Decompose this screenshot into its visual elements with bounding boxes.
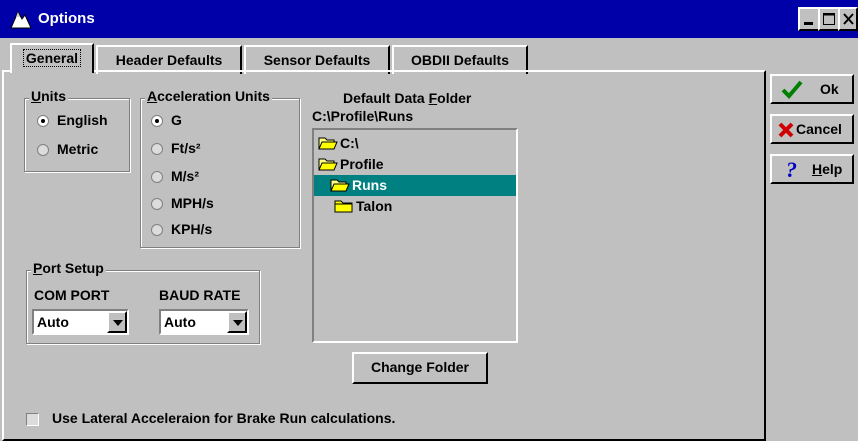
maximize-icon [823,13,835,25]
com-port-label: COM PORT [34,287,110,303]
checkmark-icon [781,80,803,99]
minimize-button[interactable] [798,7,820,31]
tab-obdii-defaults-label: OBDII Defaults [410,52,509,68]
baud-rate-value: Auto [164,314,196,330]
chevron-down-icon[interactable] [107,311,127,333]
open-folder-icon [318,158,338,171]
change-folder-label: Change Folder [370,359,469,375]
folder-path: C:\Profile\Runs [312,108,414,124]
default-data-folder-title: Default Data Folder [343,90,472,106]
units-english-label: English [57,112,108,128]
open-folder-icon [330,179,350,192]
tree-item-label: C:\ [340,135,359,151]
folder-tree[interactable]: C:\ Profile Runs Talon [312,128,518,343]
chevron-down-icon[interactable] [227,311,247,333]
ok-button[interactable]: Ok [770,74,854,104]
red-x-icon [778,122,794,138]
accel-fts2-label: Ft/s² [171,140,201,156]
folder-icon [334,200,353,213]
help-label: Help [812,161,843,177]
title-bar: Options [0,0,858,38]
units-legend: Units [29,88,69,104]
tab-header-defaults-label: Header Defaults [115,52,223,68]
close-button[interactable] [838,7,858,31]
question-mark-icon: ? [786,159,797,181]
tree-item-c-drive[interactable]: C:\ [318,133,438,154]
radio-unchecked-icon [151,224,163,236]
com-port-select[interactable]: Auto [32,309,129,335]
lateral-acceleration-label: Use Lateral Acceleraion for Brake Run ca… [52,410,396,426]
accel-mphs-label: MPH/s [171,195,214,211]
accel-g-label: G [171,112,182,128]
accel-ms2-label: M/s² [171,168,199,184]
svg-text:?: ? [786,159,797,181]
tree-item-label: Talon [356,198,393,214]
acceleration-units-legend: Acceleration Units [145,88,272,104]
cancel-button[interactable]: Cancel [770,114,854,144]
checkbox-unchecked-icon[interactable] [26,413,39,426]
com-port-value: Auto [37,314,69,330]
tree-item-profile[interactable]: Profile [318,154,438,175]
change-folder-button[interactable]: Change Folder [352,352,488,384]
units-group: Units English Metric [24,88,130,172]
minimize-icon [804,22,813,25]
open-folder-icon [318,137,338,150]
radio-unchecked-icon [37,144,49,156]
app-icon [10,9,32,29]
radio-checked-icon [151,115,163,127]
baud-rate-label: BAUD RATE [159,287,241,303]
tree-item-label: Profile [340,156,384,172]
tab-sensor-defaults-label: Sensor Defaults [263,52,371,68]
cancel-label: Cancel [796,121,842,137]
port-setup-group: Port Setup COM PORT BAUD RATE Auto Auto [26,260,260,344]
ok-label: Ok [820,81,839,97]
port-setup-legend: Port Setup [31,260,106,276]
help-button[interactable]: ? Help [770,154,854,184]
radio-unchecked-icon [151,198,163,210]
units-metric-label: Metric [57,141,99,157]
window-title: Options [38,10,95,27]
baud-rate-select[interactable]: Auto [159,309,249,335]
radio-unchecked-icon [151,171,163,183]
acceleration-units-group: Acceleration Units G Ft/s² M/s² MPH/s KP… [140,88,300,248]
tree-item-talon[interactable]: Talon [334,196,454,217]
tab-general[interactable]: General [10,43,94,73]
radio-checked-icon [37,115,49,127]
tree-item-label: Runs [352,177,387,193]
tab-general-label: General [22,49,82,67]
radio-unchecked-icon [151,143,163,155]
close-icon [843,13,854,25]
maximize-button[interactable] [818,7,840,31]
accel-kphs-label: KPH/s [171,221,213,237]
tree-item-runs[interactable]: Runs [314,175,516,196]
